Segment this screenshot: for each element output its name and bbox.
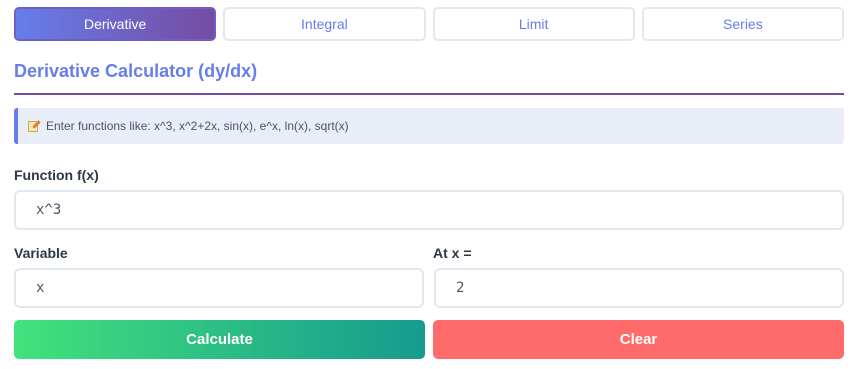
tab-series[interactable]: Series [641, 7, 844, 41]
page-title: Derivative Calculator (dy/dx) [14, 61, 258, 81]
function-label: Function f(x) [14, 167, 99, 183]
tab-limit[interactable]: Limit [432, 7, 635, 41]
calculate-button[interactable]: Calculate [14, 320, 425, 359]
variable-input[interactable] [14, 268, 424, 308]
clear-button[interactable]: Clear [433, 320, 844, 359]
memo-icon [28, 120, 41, 132]
at-x-label: At x = [433, 245, 472, 261]
calculator-tabs: Derivative Integral Limit Series [14, 7, 844, 41]
variable-label: Variable [14, 245, 68, 261]
title-divider [14, 93, 844, 95]
function-input[interactable] [14, 190, 844, 230]
tab-derivative[interactable]: Derivative [14, 7, 217, 41]
tab-integral[interactable]: Integral [223, 7, 426, 41]
info-hint: Enter functions like: x^3, x^2+2x, sin(x… [14, 108, 844, 144]
calculator-panel: Derivative Integral Limit Series Derivat… [0, 0, 851, 369]
at-x-input[interactable] [434, 268, 844, 308]
info-hint-text: Enter functions like: x^3, x^2+2x, sin(x… [46, 119, 349, 133]
